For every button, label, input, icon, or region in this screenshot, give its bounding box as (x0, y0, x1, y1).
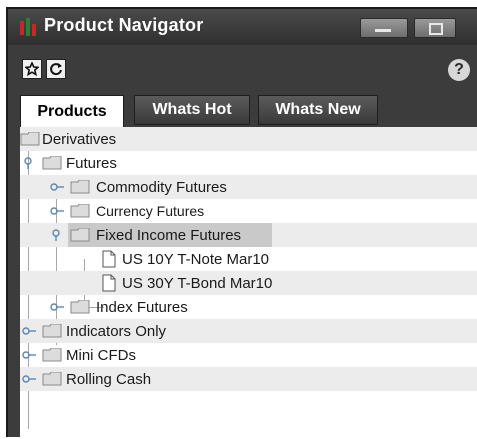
tab-bar: Products Whats Hot Whats New (8, 95, 477, 127)
folder-icon (70, 300, 90, 314)
star-icon (25, 62, 39, 76)
tree-item-label: Rolling Cash (66, 370, 152, 388)
restore-button[interactable] (414, 18, 456, 38)
collapse-icon (24, 157, 32, 169)
expand-icon (50, 303, 64, 311)
tree-item-label: Mini CFDs (66, 346, 136, 364)
refresh-icon (50, 63, 62, 76)
tree-item-label: Futures (66, 154, 117, 172)
app-logo-icon (20, 18, 36, 36)
folder-icon (42, 372, 62, 386)
tree-item-us-10y-t-note[interactable]: US 10Y T-Note Mar10 (20, 247, 477, 271)
tree-item-index-futures[interactable]: Index Futures (20, 295, 477, 319)
tree-item-label: Index Futures (96, 298, 188, 316)
help-icon: ? (454, 61, 464, 78)
tab-whats-hot[interactable]: Whats Hot (134, 95, 250, 125)
collapse-icon (52, 229, 60, 241)
tree-item-label: Currency Futures (96, 203, 205, 219)
folder-icon (42, 348, 62, 362)
tree-item-futures[interactable]: Futures (20, 151, 477, 175)
tree-item-currency-futures[interactable]: Currency Futures (20, 199, 477, 223)
document-icon (102, 250, 116, 268)
title-bar[interactable]: Product Navigator (8, 9, 477, 45)
tab-whats-new[interactable]: Whats New (258, 95, 378, 125)
product-navigator-window: Product Navigator ? Products Whats Hot W… (6, 7, 477, 439)
window-title: Product Navigator (44, 15, 204, 35)
folder-icon (70, 204, 90, 218)
expand-icon (22, 351, 36, 359)
tree-item-label: Commodity Futures (96, 178, 227, 196)
tree-item-label: US 10Y T-Note Mar10 (122, 250, 270, 268)
expand-icon (50, 183, 64, 191)
tree-item-derivatives[interactable]: Derivatives (20, 127, 477, 151)
expand-icon (50, 207, 64, 215)
tree-item-label: Derivatives (42, 130, 117, 148)
tree-item-us-30y-t-bond[interactable]: US 30Y T-Bond Mar10 (20, 271, 477, 295)
folder-icon (42, 156, 62, 170)
folder-icon (70, 180, 90, 194)
folder-icon (42, 324, 62, 338)
tree-item-commodity-futures[interactable]: Commodity Futures (20, 175, 477, 199)
tree-item-rolling-cash[interactable]: Rolling Cash (20, 367, 477, 391)
minimize-button[interactable] (360, 18, 408, 38)
folder-icon (20, 132, 40, 146)
folder-icon (70, 228, 90, 242)
tree-item-indicators-only[interactable]: Indicators Only (20, 319, 477, 343)
favorite-button[interactable] (22, 59, 42, 79)
toolbar: ? (8, 45, 477, 91)
expand-icon (22, 375, 36, 383)
tree-item-label: Fixed Income Futures (96, 226, 242, 244)
product-tree[interactable]: Derivatives Futures Commodity Futures Cu… (20, 127, 477, 439)
refresh-button[interactable] (46, 59, 66, 79)
help-button[interactable]: ? (448, 59, 470, 81)
tree-item-mini-cfds[interactable]: Mini CFDs (20, 343, 477, 367)
tree-item-fixed-income-futures[interactable]: Fixed Income Futures (20, 223, 477, 247)
document-icon (102, 274, 116, 292)
tab-products[interactable]: Products (20, 95, 124, 127)
tree-item-label: US 30Y T-Bond Mar10 (122, 274, 273, 292)
expand-icon (22, 327, 36, 335)
tree-item-label: Indicators Only (66, 322, 167, 340)
